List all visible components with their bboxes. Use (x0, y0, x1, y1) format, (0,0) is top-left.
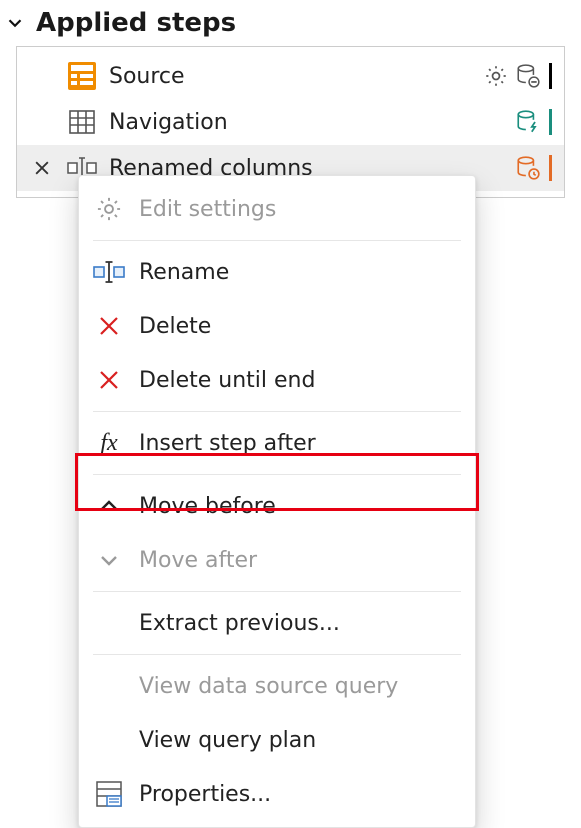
delete-step-button[interactable] (29, 158, 55, 178)
step-actions (483, 63, 552, 89)
database-minus-icon (515, 63, 541, 89)
step-accent-bar (549, 63, 552, 89)
step-actions (515, 155, 552, 181)
menu-edit-settings: Edit settings (79, 182, 475, 236)
source-icon (67, 61, 97, 91)
close-x-icon (93, 310, 125, 342)
step-context-menu: Edit settings Rename Delete Delete until… (78, 175, 476, 828)
step-accent-bar (549, 109, 552, 135)
menu-label: Insert step after (139, 431, 316, 456)
database-bolt-icon (515, 109, 541, 135)
chevron-down-icon (93, 544, 125, 576)
close-x-icon (93, 364, 125, 396)
menu-label: Extract previous... (139, 611, 340, 636)
step-source[interactable]: Source (17, 53, 564, 99)
step-accent-bar (549, 155, 552, 181)
table-icon (67, 107, 97, 137)
step-navigation[interactable]: Navigation (17, 99, 564, 145)
menu-label: View query plan (139, 728, 316, 753)
menu-delete[interactable]: Delete (79, 299, 475, 353)
menu-label: Rename (139, 260, 229, 285)
menu-label: Properties... (139, 782, 271, 807)
menu-view-data-source-query: View data source query (79, 659, 475, 713)
separator (93, 411, 461, 412)
menu-insert-step-after[interactable]: fx Insert step after (79, 416, 475, 470)
menu-label: View data source query (139, 674, 398, 699)
separator (93, 240, 461, 241)
gear-icon[interactable] (483, 63, 509, 89)
menu-label: Move after (139, 548, 257, 573)
panel-title: Applied steps (36, 8, 236, 38)
step-actions (515, 109, 552, 135)
step-label: Source (109, 64, 471, 89)
menu-move-after: Move after (79, 533, 475, 587)
chevron-down-icon (4, 12, 26, 34)
menu-move-before[interactable]: Move before (79, 479, 475, 533)
separator (93, 591, 461, 592)
applied-steps-header[interactable]: Applied steps (0, 0, 581, 46)
menu-label: Move before (139, 494, 276, 519)
menu-view-query-plan[interactable]: View query plan (79, 713, 475, 767)
gear-icon (93, 193, 125, 225)
menu-properties[interactable]: Properties... (79, 767, 475, 821)
separator (93, 654, 461, 655)
fx-icon: fx (93, 427, 125, 459)
step-label: Navigation (109, 110, 503, 135)
properties-icon (93, 778, 125, 810)
menu-rename[interactable]: Rename (79, 245, 475, 299)
blank-icon (93, 607, 125, 639)
chevron-up-icon (93, 490, 125, 522)
blank-icon (93, 670, 125, 702)
menu-extract-previous[interactable]: Extract previous... (79, 596, 475, 650)
menu-label: Delete until end (139, 368, 315, 393)
database-clock-icon (515, 155, 541, 181)
menu-delete-until-end[interactable]: Delete until end (79, 353, 475, 407)
blank-icon (93, 724, 125, 756)
menu-label: Delete (139, 314, 211, 339)
separator (93, 474, 461, 475)
rename-icon (93, 256, 125, 288)
menu-label: Edit settings (139, 197, 276, 222)
